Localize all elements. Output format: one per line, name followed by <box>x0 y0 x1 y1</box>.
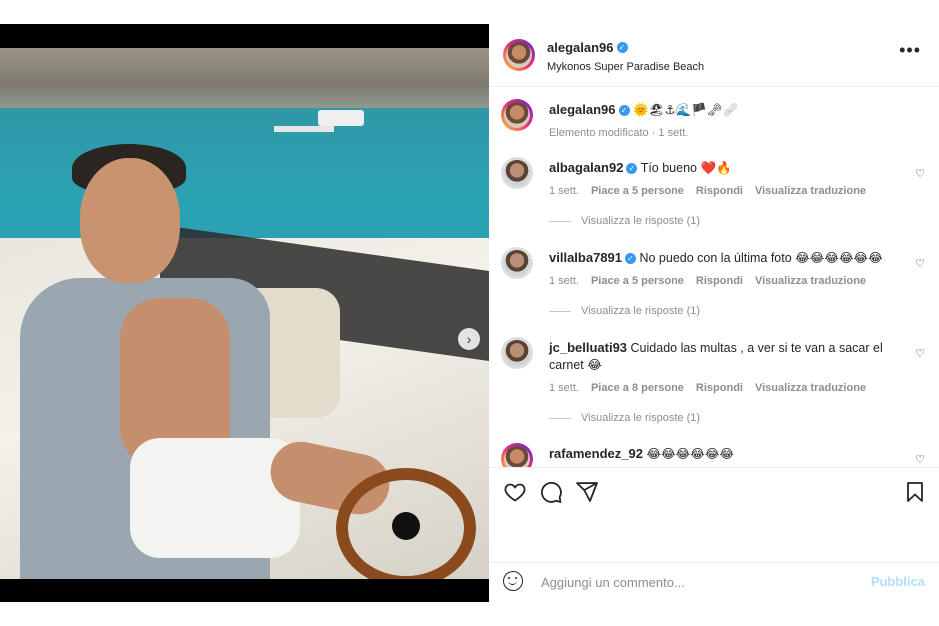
caption: alegalan96 ✓ 🌞🏖⚓🌊🏴🗝🩹 Elemento modificato … <box>501 99 931 149</box>
view-replies[interactable]: Visualizza le risposte (1) <box>549 305 700 317</box>
avatar[interactable] <box>501 157 533 189</box>
comment-username[interactable]: albagalan92 <box>549 160 623 175</box>
heart-icon[interactable] <box>503 480 527 504</box>
comment-meta: 1 sett. Piace a 5 persone Rispondi Visua… <box>549 183 904 200</box>
comment-time[interactable]: 1 sett. <box>549 380 579 397</box>
comment-body: rafamendez_92 😂😂😂😂😂😂 <box>549 445 904 463</box>
side-pane: alegalan96 ✓ Mykonos Super Paradise Beach… <box>489 24 939 602</box>
verified-icon: ✓ <box>626 163 638 175</box>
more-options-icon[interactable]: ••• <box>899 40 921 61</box>
photo-head <box>80 158 180 283</box>
view-replies-label: Visualizza le risposte (1) <box>581 215 701 227</box>
avatar[interactable] <box>501 247 533 279</box>
comment-body: albagalan92 ✓ Tío bueno ❤️🔥 1 sett. Piace… <box>549 159 904 200</box>
photo-wheel-hub <box>392 512 420 540</box>
publish-button[interactable]: Pubblica <box>871 574 925 589</box>
caption-text: 🌞🏖⚓🌊🏴🗝🩹 <box>632 103 739 117</box>
replies-divider <box>549 310 571 312</box>
view-replies[interactable]: Visualizza le risposte (1) <box>549 412 700 424</box>
replies-divider <box>549 220 571 222</box>
heart-icon[interactable]: ♡ <box>915 257 925 270</box>
comment-meta: 1 sett. Piace a 8 persone Rispondi Visua… <box>549 380 904 397</box>
comment-username[interactable]: villalba7891 <box>549 250 622 265</box>
verified-icon: ✓ <box>616 42 628 54</box>
comment-likes[interactable]: Piace a 5 persone <box>591 273 684 290</box>
comment: rafamendez_92 😂😂😂😂😂😂 ♡ <box>501 443 931 467</box>
share-icon[interactable] <box>575 480 599 504</box>
comment-likes[interactable]: Piace a 8 persone <box>591 380 684 397</box>
reply-button[interactable]: Rispondi <box>696 273 743 290</box>
post-location[interactable]: Mykonos Super Paradise Beach <box>547 61 704 73</box>
add-comment-bar: Pubblica <box>489 562 939 603</box>
reply-button[interactable]: Rispondi <box>696 380 743 397</box>
translate-button[interactable]: Visualizza traduzione <box>755 380 866 397</box>
photo-distant-dock <box>274 126 334 132</box>
caption-body: alegalan96 ✓ 🌞🏖⚓🌊🏴🗝🩹 Elemento modificato … <box>549 101 904 142</box>
avatar[interactable] <box>503 39 535 71</box>
comment-time[interactable]: 1 sett. <box>549 273 579 290</box>
emoji-icon[interactable] <box>503 571 523 591</box>
avatar[interactable] <box>501 337 533 369</box>
caption-username[interactable]: alegalan96 <box>549 102 616 117</box>
translate-button[interactable]: Visualizza traduzione <box>755 183 866 200</box>
comment-username[interactable]: rafamendez_92 <box>549 446 643 461</box>
comment: albagalan92 ✓ Tío bueno ❤️🔥 1 sett. Piace… <box>501 157 931 237</box>
photo-rocks <box>0 48 489 108</box>
comment-likes[interactable]: Piace a 5 persone <box>591 183 684 200</box>
next-arrow-icon[interactable]: › <box>458 328 480 350</box>
header-text: alegalan96 ✓ Mykonos Super Paradise Beach <box>547 39 704 73</box>
comment-text: No puedo con la última foto 😂😂😂😂😂😂 <box>639 251 883 265</box>
comment-body: jc_belluati93 Cuidado las multas , a ver… <box>549 339 904 397</box>
heart-icon[interactable]: ♡ <box>915 453 925 466</box>
comment-meta: 1 sett. Piace a 5 persone Rispondi Visua… <box>549 273 904 290</box>
post-photo[interactable]: › <box>0 48 489 579</box>
photo-pane: › <box>0 24 489 602</box>
comment: villalba7891 ✓ No puedo con la última fot… <box>501 247 931 327</box>
comment-input[interactable] <box>539 569 843 595</box>
comment-text: 😂😂😂😂😂😂 <box>646 447 735 461</box>
comment-body: villalba7891 ✓ No puedo con la última fot… <box>549 249 904 290</box>
action-bar <box>489 467 939 516</box>
avatar[interactable] <box>501 443 533 467</box>
view-replies-label: Visualizza le risposte (1) <box>581 412 701 424</box>
comment-time[interactable]: 1 sett. <box>549 183 579 200</box>
post-header: alegalan96 ✓ Mykonos Super Paradise Beach… <box>489 24 939 87</box>
verified-icon: ✓ <box>625 253 636 265</box>
comment-icon[interactable] <box>539 480 563 504</box>
view-replies-label: Visualizza le risposte (1) <box>581 305 701 317</box>
bookmark-icon[interactable] <box>903 480 927 504</box>
comment: jc_belluati93 Cuidado las multas , a ver… <box>501 337 931 433</box>
post-username[interactable]: alegalan96 <box>547 40 614 55</box>
avatar[interactable] <box>501 99 533 131</box>
view-replies[interactable]: Visualizza le risposte (1) <box>549 215 700 227</box>
comment-username[interactable]: jc_belluati93 <box>549 340 627 355</box>
translate-button[interactable]: Visualizza traduzione <box>755 273 866 290</box>
verified-icon: ✓ <box>618 105 630 117</box>
post-modal: › alegalan96 ✓ Mykonos Super Paradise Bea… <box>0 24 939 602</box>
caption-meta: Elemento modificato · 1 sett. <box>549 127 689 139</box>
replies-divider <box>549 417 571 419</box>
comment-text: Tío bueno ❤️🔥 <box>640 161 732 175</box>
photo-distant-boat <box>318 110 364 126</box>
comments-list: alegalan96 ✓ 🌞🏖⚓🌊🏴🗝🩹 Elemento modificato … <box>489 87 939 467</box>
reply-button[interactable]: Rispondi <box>696 183 743 200</box>
heart-icon[interactable]: ♡ <box>915 347 925 360</box>
heart-icon[interactable]: ♡ <box>915 167 925 180</box>
